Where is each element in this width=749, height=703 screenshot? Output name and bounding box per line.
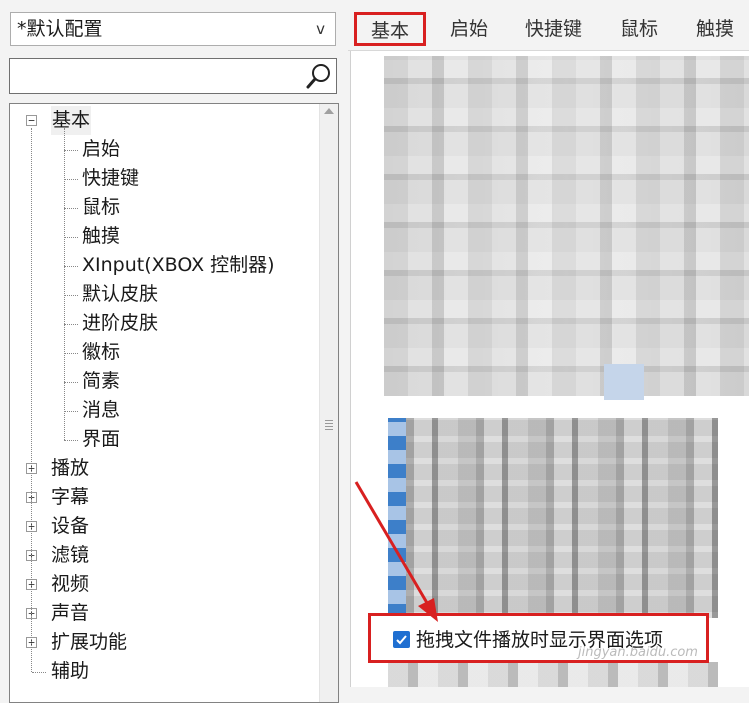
- tree-item-assist[interactable]: 辅助: [51, 657, 89, 686]
- tree-item-label: 简素: [82, 370, 121, 392]
- check-icon: [396, 635, 407, 645]
- pixelated-region-accent: [604, 364, 644, 400]
- profile-dropdown-value: *默认配置: [17, 18, 103, 40]
- scroll-up-arrow-icon[interactable]: [324, 108, 334, 114]
- collapse-icon[interactable]: −: [26, 115, 37, 126]
- tree-item-child[interactable]: 默认皮肤: [82, 280, 158, 309]
- tree-connector: [31, 128, 32, 672]
- tree-item-label: 鼠标: [82, 196, 121, 218]
- tree-item-section[interactable]: 声音: [51, 599, 89, 628]
- tab-basic[interactable]: 基本: [354, 12, 426, 46]
- tree-item-label: 进阶皮肤: [82, 312, 159, 334]
- tree-connector: [64, 353, 78, 354]
- search-field[interactable]: [9, 58, 337, 94]
- tree-item-child[interactable]: 徽标: [82, 338, 120, 367]
- tree-item-child[interactable]: 启始: [82, 135, 120, 164]
- tree-item-label: 徽标: [82, 341, 121, 363]
- tree-item-child[interactable]: 界面: [82, 425, 120, 454]
- tree-item-child[interactable]: 简素: [82, 367, 120, 396]
- scroll-grip-icon[interactable]: [325, 420, 333, 430]
- tree-item-child[interactable]: 进阶皮肤: [82, 309, 158, 338]
- tree-item-section[interactable]: 滤镜: [51, 541, 89, 570]
- tree-item-label: 辅助: [51, 660, 90, 682]
- pixelated-region-bottom: [388, 662, 718, 687]
- tree-item-label: 消息: [82, 399, 121, 421]
- tree-connector: [64, 237, 78, 238]
- chevron-down-icon: v: [316, 20, 325, 38]
- annotation-arrow-icon: [354, 481, 438, 622]
- tree-item-label: 扩展功能: [51, 631, 128, 653]
- profile-dropdown[interactable]: *默认配置 v: [10, 12, 336, 46]
- tab-startup[interactable]: 启始: [450, 14, 488, 41]
- tree-item-label: 触摸: [82, 225, 121, 247]
- tree-item-section[interactable]: 字幕: [51, 483, 89, 512]
- tree-item-child[interactable]: 触摸: [82, 222, 120, 251]
- tree-item-child[interactable]: 鼠标: [82, 193, 120, 222]
- tree-connector: [64, 179, 78, 180]
- tree-item-label: 视频: [51, 573, 90, 595]
- tree-connector: [32, 672, 46, 673]
- tree-item-label: 设备: [51, 515, 90, 537]
- tree-item-label: 界面: [82, 428, 121, 450]
- tree-item-label: 基本: [51, 106, 92, 135]
- tree-connector: [64, 295, 78, 296]
- tree-item-label: 默认皮肤: [82, 283, 159, 305]
- tree-item-label: 快捷键: [82, 167, 140, 189]
- tree-connector: [64, 324, 78, 325]
- tree-item-label: 声音: [51, 602, 90, 624]
- tree-item-label: XInput(XBOX 控制器): [82, 254, 275, 276]
- tree-item-label: 启始: [82, 138, 121, 160]
- tree-item-section[interactable]: 视频: [51, 570, 89, 599]
- tree-connector: [64, 128, 65, 440]
- tree-item-child[interactable]: 快捷键: [82, 164, 139, 193]
- tree-connector: [64, 266, 78, 267]
- tab-mouse[interactable]: 鼠标: [620, 14, 658, 41]
- pixelated-region-top: [384, 56, 749, 396]
- tree-connector: [64, 440, 78, 441]
- tree-item-label: 滤镜: [51, 544, 90, 566]
- tree-item-child[interactable]: 消息: [82, 396, 120, 425]
- tree-item-basic[interactable]: 基本: [51, 106, 92, 135]
- search-icon[interactable]: [304, 61, 334, 91]
- tab-hotkeys[interactable]: 快捷键: [525, 14, 582, 41]
- tree-item-label: 字幕: [51, 486, 90, 508]
- search-input[interactable]: [14, 63, 298, 91]
- tree-connector: [64, 150, 78, 151]
- tree-connector: [64, 411, 78, 412]
- tree-item-section[interactable]: 扩展功能: [51, 628, 127, 657]
- watermark: jingyan.baidu.com: [578, 645, 698, 660]
- tree-item-section[interactable]: 设备: [51, 512, 89, 541]
- tree-item-section[interactable]: 播放: [51, 454, 89, 483]
- tree-scrollbar[interactable]: [319, 104, 338, 702]
- tab-touch[interactable]: 触摸: [696, 14, 734, 41]
- tree-connector: [64, 382, 78, 383]
- tab-bar: 基本 启始 快捷键 鼠标 触摸: [348, 0, 749, 51]
- tree-connector: [64, 208, 78, 209]
- drag-show-ui-checkbox[interactable]: [393, 631, 410, 648]
- tree-item-child[interactable]: XInput(XBOX 控制器): [82, 251, 275, 280]
- tree-item-label: 播放: [51, 457, 90, 479]
